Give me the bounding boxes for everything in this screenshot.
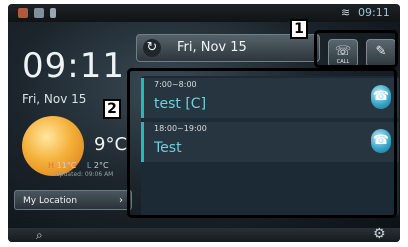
gear-icon[interactable]: ⚙ [373,227,386,241]
temperature: 9°C [94,134,128,155]
high-label: H [48,161,55,170]
refresh-icon[interactable]: ↻ [143,39,161,57]
status-time: 09:11 [358,6,390,19]
high-low-temps: H 11°C L 2°C [48,161,109,171]
battery-icon [50,8,56,18]
bottom-bar: ⌕ ⚙ [8,227,400,242]
clock-time: 09:11 [22,46,125,86]
clock-date: Fri, Nov 15 [22,92,87,106]
my-location-button[interactable]: My Location › [14,190,132,210]
chevron-right-icon: › [119,195,123,206]
annotation-label-1: 1 [290,19,308,39]
screen: ≋ 09:11 09:11 Fri, Nov 15 9°C H 11°C L 2… [0,0,408,247]
high-temp: 11°C [56,161,77,170]
low-temp: 2°C [93,161,109,170]
status-bar: ≋ 09:11 [8,4,400,22]
notification-icon [18,8,28,18]
annotation-box-1 [314,30,398,68]
media-icon [34,8,44,18]
annotation-label-2: 2 [103,99,121,119]
weather-updated: updated: 09:06 AM [56,171,114,178]
low-label: L [86,161,92,170]
date-header-text: Fri, Nov 15 [177,40,247,55]
search-icon[interactable]: ⌕ [36,228,43,242]
wifi-icon: ≋ [341,6,351,19]
my-location-label: My Location [23,196,78,206]
annotation-box-2 [127,68,397,218]
